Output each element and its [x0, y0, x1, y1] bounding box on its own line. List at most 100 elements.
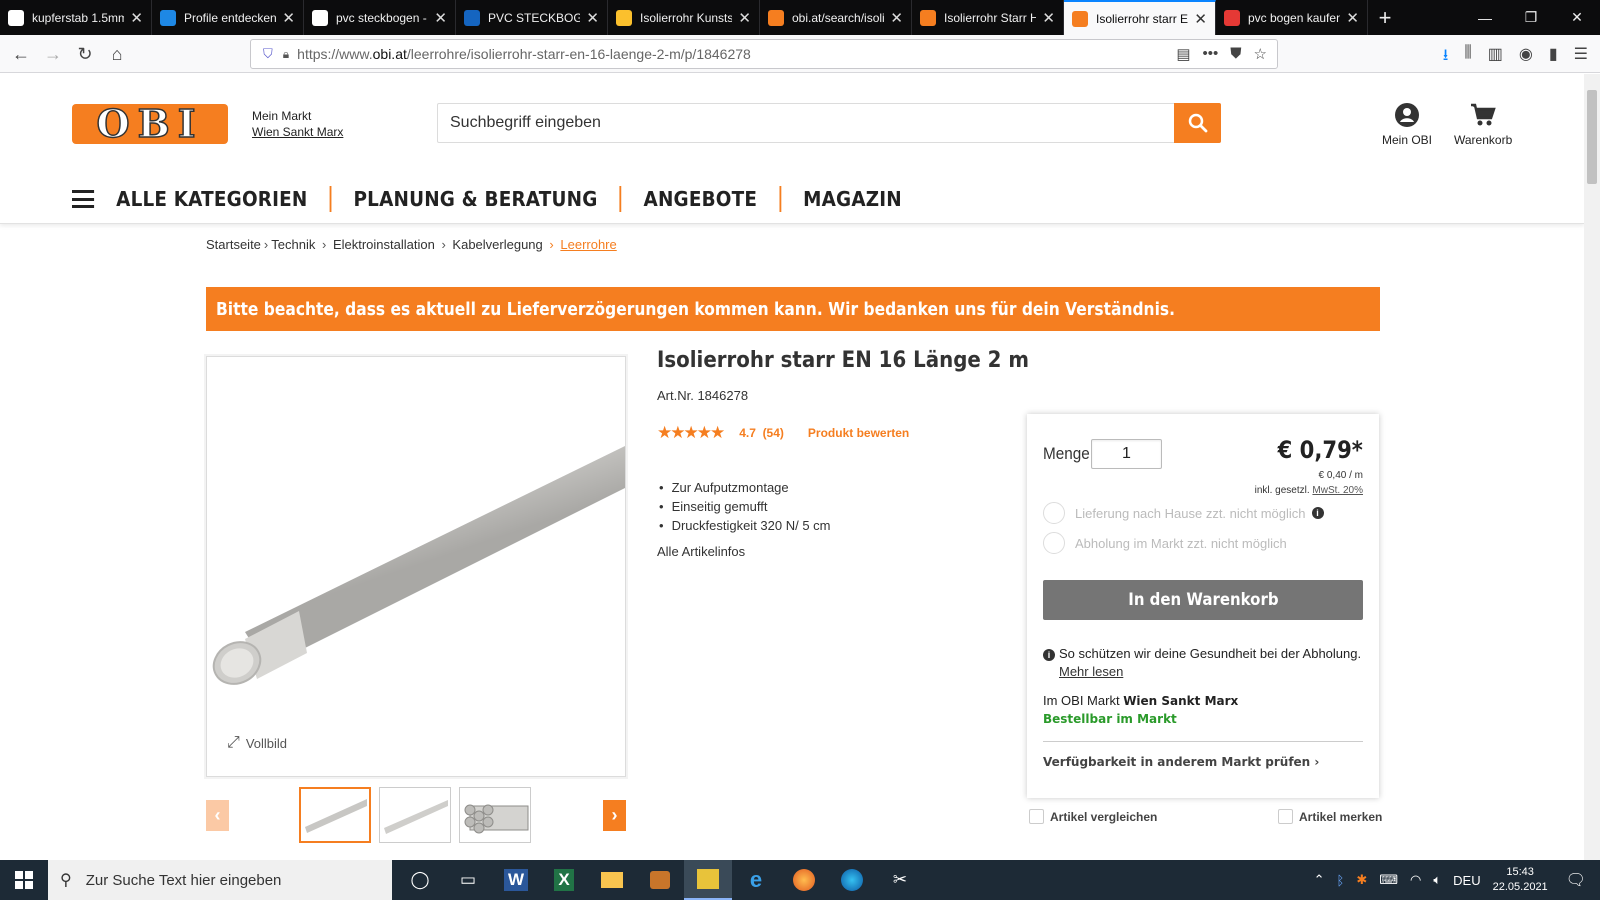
tab-close-icon[interactable]: ✕ [738, 9, 751, 27]
rate-product-link[interactable]: Produkt bewerten [808, 426, 909, 440]
new-tab-icon[interactable]: + [1368, 0, 1402, 35]
taskbar-search-input[interactable]: ⚲ Zur Suche Text hier eingeben [48, 860, 392, 900]
hamburger-menu-icon[interactable] [72, 190, 95, 208]
rating-stars-icon[interactable]: ★★★★★ [657, 423, 725, 443]
library-icon[interactable]: ⫼ [1464, 44, 1471, 71]
input-method-icon[interactable]: ⌨ [1379, 872, 1398, 888]
windows-start-icon[interactable] [0, 860, 48, 900]
minimize-icon[interactable]: — [1462, 0, 1508, 35]
browser-tab[interactable]: kupferstab 1.5mm ✕ [0, 0, 152, 35]
breadcrumb-current[interactable]: Leerrohre [560, 237, 616, 252]
browser-tab[interactable]: pvc bogen kaufen ✕ [1216, 0, 1368, 35]
compare-checkbox[interactable]: Artikel vergleichen [1029, 809, 1157, 824]
nav-planning[interactable]: PLANUNG & BERATUNG [354, 187, 598, 211]
nav-all-categories[interactable]: ALLE KATEGORIEN [116, 187, 307, 211]
thumbnail-3[interactable] [459, 787, 531, 843]
tab-close-icon[interactable]: ✕ [890, 9, 903, 27]
bookmark-star-icon[interactable]: ☆ [1254, 45, 1267, 63]
all-info-link[interactable]: Alle Artikelinfos [657, 544, 745, 559]
check-availability-link[interactable]: Verfügbarkeit in anderem Markt prüfen › [1043, 755, 1319, 769]
close-window-icon[interactable]: ✕ [1554, 0, 1600, 35]
add-to-cart-button[interactable]: In den Warenkorb [1043, 580, 1363, 620]
extension-icon[interactable]: ▮ [1549, 44, 1558, 71]
reader-view-icon[interactable]: ▤ [1176, 45, 1190, 63]
thumbnail-2[interactable] [379, 787, 451, 843]
task-view-icon[interactable]: ▭ [444, 860, 492, 900]
tab-close-icon[interactable]: ✕ [1346, 9, 1359, 27]
browser-tab[interactable]: pvc steckbogen - ✕ [304, 0, 456, 35]
file-explorer-icon[interactable] [588, 860, 636, 900]
product-image[interactable]: ⤢ Vollbild [206, 356, 626, 777]
search-button[interactable] [1174, 103, 1221, 143]
word-icon[interactable]: W [492, 860, 540, 900]
vat-link[interactable]: MwSt. 20% [1312, 485, 1363, 496]
tab-close-icon[interactable]: ✕ [1194, 10, 1207, 28]
delivery-option[interactable]: Lieferung nach Hause zzt. nicht möglich … [1043, 502, 1324, 524]
menu-icon[interactable]: ☰ [1574, 44, 1588, 71]
pickup-option[interactable]: Abholung im Markt zzt. nicht möglich [1043, 532, 1287, 554]
rating-value[interactable]: 4.7 (54) [739, 426, 784, 440]
more-actions-icon[interactable]: ••• [1203, 45, 1219, 63]
url-bar[interactable]: ⛉ 🔒︎ https://www. obi.at/leerrohre/isolie… [250, 39, 1278, 69]
my-market[interactable]: Mein Markt Wien Sankt Marx [252, 108, 343, 140]
browser-tab[interactable]: Isolierrohr starr EN ✕ [1064, 0, 1216, 35]
home-icon[interactable]: ⌂ [104, 41, 130, 67]
active-app-icon[interactable] [684, 860, 732, 900]
thumbnail-1[interactable] [299, 787, 371, 843]
tab-close-icon[interactable]: ✕ [130, 9, 143, 27]
market-name-link[interactable]: Wien Sankt Marx [252, 124, 343, 140]
bluetooth-icon[interactable]: ᛒ [1337, 873, 1345, 888]
tray-app-icon[interactable]: ✱ [1356, 872, 1367, 888]
page-scrollbar[interactable] [1584, 74, 1600, 860]
tray-overflow-icon[interactable]: ⌃ [1314, 872, 1325, 888]
search-input[interactable]: Suchbegriff eingeben [437, 103, 1221, 143]
pocket-icon[interactable]: ⛊ [1230, 45, 1241, 63]
lock-icon[interactable]: 🔒︎ [283, 47, 289, 62]
firefox-icon[interactable] [780, 860, 828, 900]
excel-icon[interactable]: X [540, 860, 588, 900]
tracking-shield-icon[interactable]: ⛉ [263, 46, 273, 62]
pickup-radio[interactable] [1043, 532, 1065, 554]
browser-tab[interactable]: Profile entdecken ✕ [152, 0, 304, 35]
app-icon[interactable] [636, 860, 684, 900]
fullscreen-button[interactable]: ⤢ Vollbild [227, 734, 287, 752]
volume-icon[interactable]: 🔈︎ [1433, 872, 1441, 888]
internet-explorer-icon[interactable]: e [732, 860, 780, 900]
edge-icon[interactable] [828, 860, 876, 900]
info-icon[interactable]: i [1311, 507, 1324, 519]
tab-close-icon[interactable]: ✕ [586, 9, 599, 27]
back-icon[interactable]: ← [8, 41, 34, 67]
browser-tab[interactable]: obi.at/search/isoli ✕ [760, 0, 912, 35]
notification-icon[interactable]: 🗨︎ [1566, 870, 1586, 890]
account-icon[interactable]: ◉ [1519, 44, 1533, 71]
cart-button[interactable]: Warenkorb [1454, 102, 1512, 147]
tab-close-icon[interactable]: ✕ [1042, 9, 1055, 27]
thumb-next-button[interactable]: › [603, 800, 626, 831]
remember-checkbox[interactable]: Artikel merken [1278, 809, 1382, 824]
tab-close-icon[interactable]: ✕ [434, 9, 447, 27]
browser-tab[interactable]: Isolierrohr Kunsts ✕ [608, 0, 760, 35]
read-more-link[interactable]: Mehr lesen [1059, 664, 1123, 679]
download-icon[interactable]: ⭳ [1443, 44, 1449, 71]
quantity-input[interactable]: 1 [1091, 439, 1162, 469]
restore-icon[interactable]: ❐ [1508, 0, 1554, 35]
cortana-icon[interactable]: ◯ [396, 860, 444, 900]
nav-magazine[interactable]: MAGAZIN [803, 187, 902, 211]
language-indicator[interactable]: DEU [1453, 873, 1480, 888]
thumb-prev-button[interactable]: ‹ [206, 800, 229, 831]
obi-logo[interactable]: OBI [72, 100, 228, 147]
reload-icon[interactable]: ↻ [72, 41, 98, 67]
breadcrumb-item[interactable]: Elektroinstallation [333, 237, 435, 252]
my-obi-button[interactable]: Mein OBI [1382, 102, 1432, 147]
forward-icon[interactable]: → [40, 41, 66, 67]
snipping-tool-icon[interactable]: ✂ [876, 860, 924, 900]
browser-tab[interactable]: PVC STECKBOGEN ✕ [456, 0, 608, 35]
breadcrumb-item[interactable]: Startseite [206, 237, 261, 252]
clock[interactable]: 15:43 22.05.2021 [1493, 865, 1548, 895]
sidebar-icon[interactable]: ▥ [1488, 44, 1503, 71]
breadcrumb-item[interactable]: Kabelverlegung [452, 237, 542, 252]
breadcrumb-item[interactable]: Technik [271, 237, 315, 252]
wifi-icon[interactable]: ◠ [1410, 872, 1421, 888]
tab-close-icon[interactable]: ✕ [282, 9, 295, 27]
browser-tab[interactable]: Isolierrohr Starr H ✕ [912, 0, 1064, 35]
